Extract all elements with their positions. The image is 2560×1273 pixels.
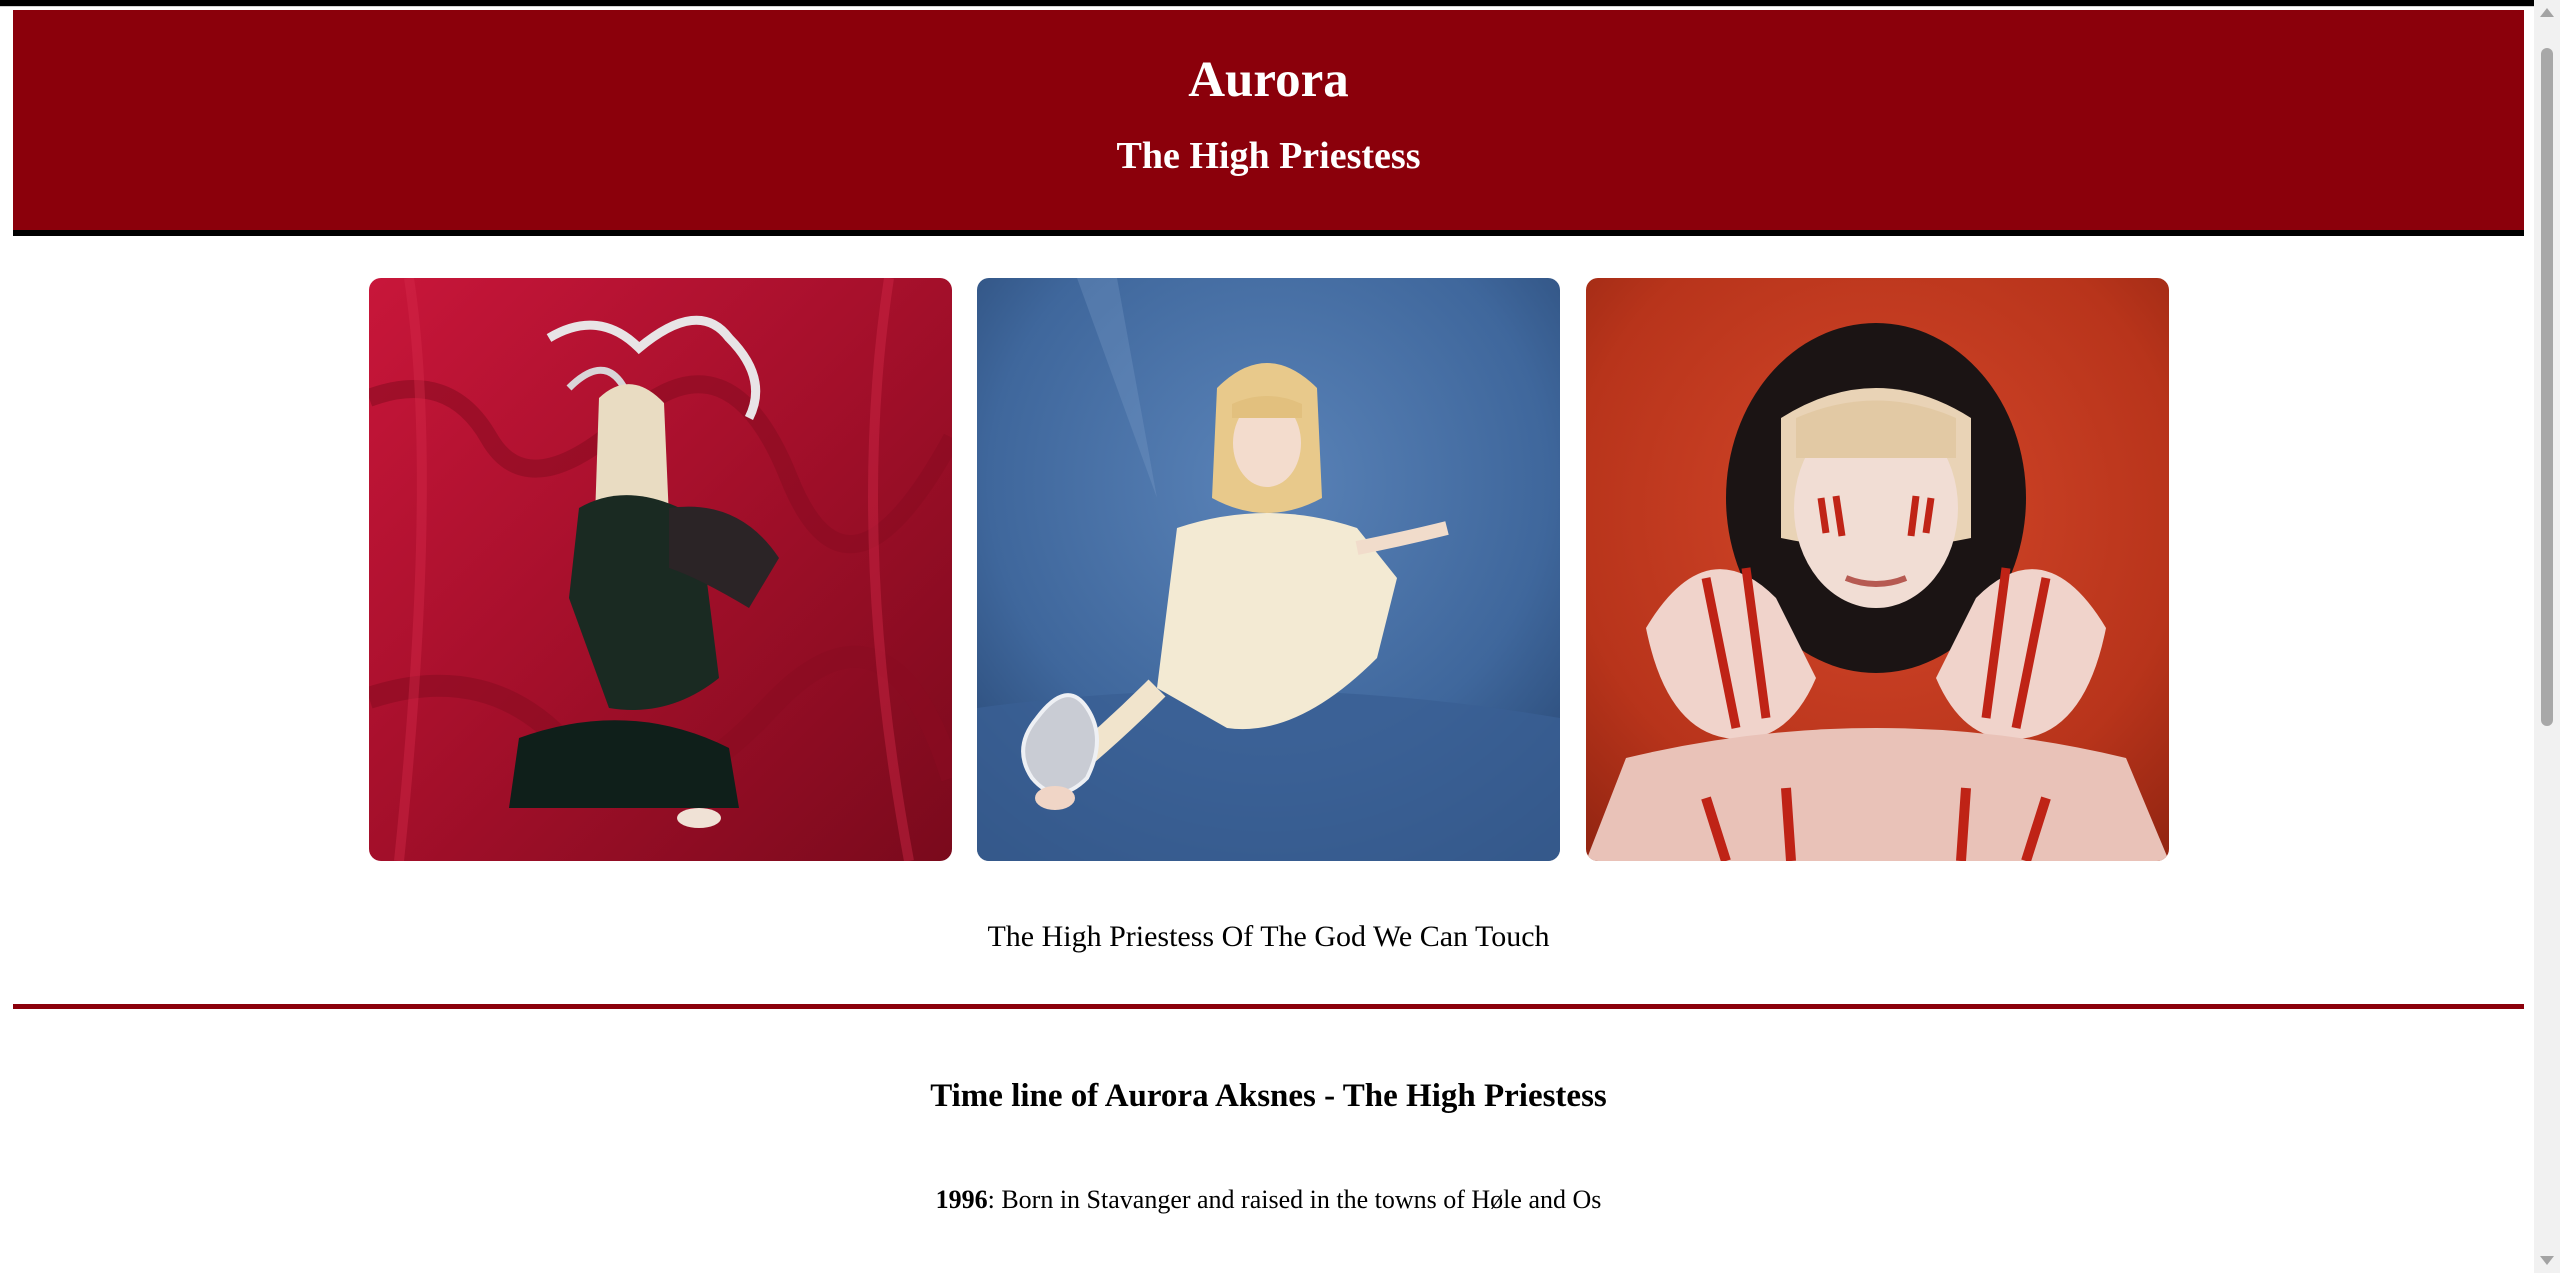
gallery-image-3[interactable]	[1586, 278, 2169, 861]
gallery-caption: The High Priestess Of The God We Can Tou…	[987, 920, 1550, 953]
window-top-edge	[0, 0, 2534, 7]
photo-red-drapery-portrait-icon	[369, 278, 952, 861]
gallery-image-2[interactable]	[977, 278, 1560, 861]
page-title: Aurora	[1188, 52, 1349, 108]
scroll-down-arrow-icon[interactable]	[2540, 1256, 2554, 1265]
site-header: Aurora The High Priestess	[13, 10, 2524, 236]
photo-blue-backdrop-silver-heart-icon	[977, 278, 1560, 861]
page: Aurora The High Priestess The High Pries…	[13, 10, 2524, 1214]
scroll-up-arrow-icon[interactable]	[2540, 8, 2554, 17]
timeline-entry: 1996: Born in Stavanger and raised in th…	[13, 1185, 2524, 1215]
image-gallery	[13, 236, 2524, 861]
timeline-text: : Born in Stavanger and raised in the to…	[987, 1185, 1602, 1214]
section-divider	[13, 1004, 2524, 1009]
photo-orange-face-paint-portrait-icon	[1586, 278, 2169, 861]
scrollbar-thumb[interactable]	[2541, 48, 2553, 726]
timeline-year: 1996	[935, 1185, 988, 1214]
page-subtitle: The High Priestess	[1116, 135, 1421, 178]
gallery-image-1[interactable]	[369, 278, 952, 861]
timeline-title: Time line of Aurora Aksnes - The High Pr…	[930, 1078, 1607, 1114]
vertical-scrollbar[interactable]	[2534, 0, 2560, 1273]
